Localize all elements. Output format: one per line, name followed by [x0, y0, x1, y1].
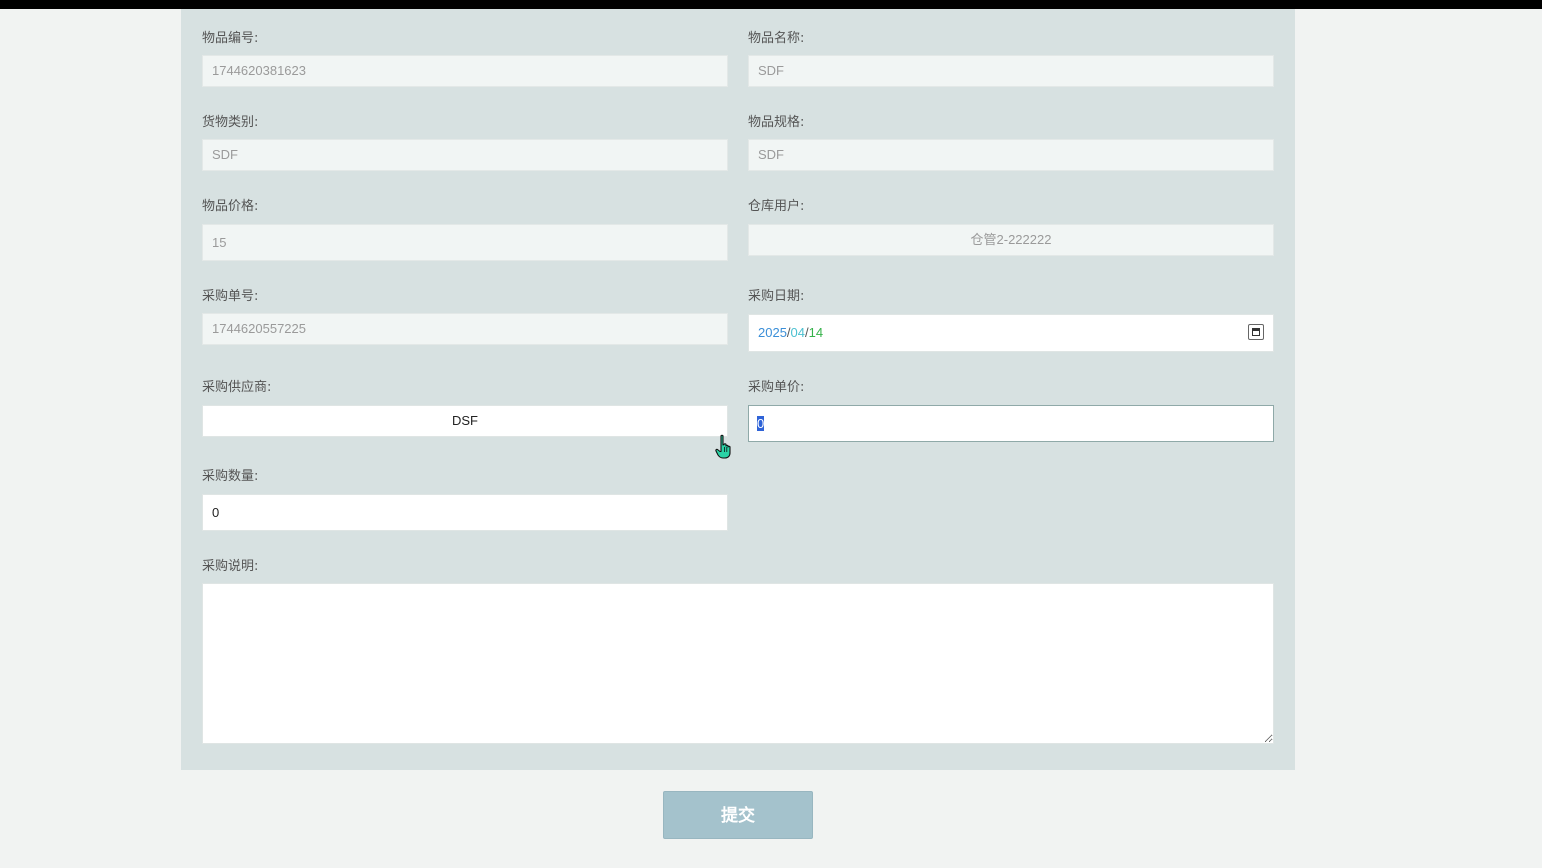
spec-label: 物品规格: — [748, 115, 805, 130]
price-field[interactable]: 15 — [202, 224, 728, 261]
description-label: 采购说明: — [202, 559, 259, 574]
warehouse-user-label: 仓库用户: — [748, 199, 805, 214]
order-no-field[interactable]: 1744620557225 — [202, 313, 728, 345]
date-year[interactable]: 2025 — [758, 325, 787, 340]
calendar-icon[interactable] — [1248, 324, 1264, 340]
purchase-date-label: 采购日期: — [748, 289, 805, 304]
price-label: 物品价格: — [202, 199, 259, 214]
unit-price-value: 0 — [757, 416, 765, 431]
top-bar — [0, 0, 1542, 9]
supplier-label: 采购供应商: — [202, 380, 272, 395]
supplier-select[interactable]: DSF — [202, 405, 728, 437]
date-day[interactable]: 14 — [809, 325, 823, 340]
warehouse-user-select[interactable]: 仓管2-222222 — [748, 224, 1274, 256]
category-label: 货物类别: — [202, 115, 259, 130]
description-textarea[interactable] — [202, 583, 1274, 744]
date-month[interactable]: 04 — [791, 325, 805, 340]
submit-button[interactable]: 提交 — [663, 791, 813, 839]
item-code-field[interactable]: 1744620381623 — [202, 55, 728, 87]
category-field[interactable]: SDF — [202, 139, 728, 171]
item-code-label: 物品编号: — [202, 31, 259, 46]
item-name-label: 物品名称: — [748, 31, 805, 46]
hand-pointer-icon — [715, 434, 731, 459]
item-name-field[interactable]: SDF — [748, 55, 1274, 87]
quantity-label: 采购数量: — [202, 469, 259, 484]
spec-field[interactable]: SDF — [748, 139, 1274, 171]
purchase-date-input[interactable]: 2025/04/14 — [748, 314, 1274, 352]
order-no-label: 采购单号: — [202, 289, 259, 304]
unit-price-label: 采购单价: — [748, 380, 805, 395]
unit-price-input[interactable]: 0 — [748, 405, 1274, 442]
quantity-input[interactable]: 0 — [202, 494, 728, 531]
